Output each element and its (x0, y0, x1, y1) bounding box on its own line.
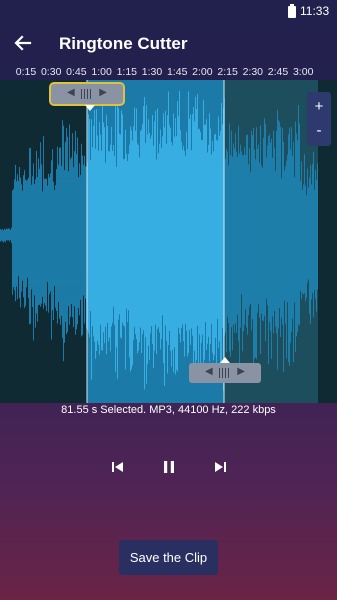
start-marker-pointer (85, 105, 95, 111)
chevron-right-icon: ▶ (99, 87, 107, 98)
waveform-graph (0, 80, 318, 403)
back-button[interactable] (10, 30, 36, 56)
arrow-left-icon (14, 35, 32, 51)
start-marker-handle[interactable]: ◀ ▶ (51, 84, 123, 104)
save-clip-button[interactable]: Save the Clip (119, 540, 218, 575)
waveform-view[interactable] (0, 80, 337, 403)
pause-icon (164, 461, 174, 473)
status-bar: 11:33 (0, 0, 337, 24)
status-time: 11:33 (300, 4, 330, 18)
pause-button[interactable] (157, 455, 181, 479)
playback-controls (0, 455, 337, 479)
chevron-left-icon: ◀ (67, 87, 75, 98)
chevron-left-icon: ◀ (205, 366, 213, 377)
zoom-in-button[interactable]: + (307, 94, 331, 120)
skip-next-button[interactable] (208, 455, 232, 479)
timeline-ruler: 0:15 0:30 0:45 1:00 1:15 1:30 1:45 2:00 2:15 2:30… (0, 64, 337, 80)
page-title: Ringtone Cutter (59, 34, 188, 53)
time-tick-label: 3:00 (292, 66, 314, 78)
zoom-controls: + - (307, 92, 331, 146)
chevron-right-icon: ▶ (237, 366, 245, 377)
selection-info: 81.55 s Selected. MP3, 44100 Hz, 222 kbp… (61, 404, 276, 416)
grip-icon (81, 89, 93, 99)
zoom-out-button[interactable]: - (307, 118, 331, 144)
app-bar: Ringtone Cutter (0, 24, 337, 64)
skip-previous-button[interactable] (106, 455, 130, 479)
grip-icon (219, 368, 231, 378)
skip-next-icon (215, 462, 226, 472)
end-marker-pointer (220, 357, 230, 363)
skip-previous-icon (112, 462, 123, 472)
end-marker-handle[interactable]: ◀ ▶ (189, 363, 261, 383)
battery-icon (288, 4, 296, 18)
